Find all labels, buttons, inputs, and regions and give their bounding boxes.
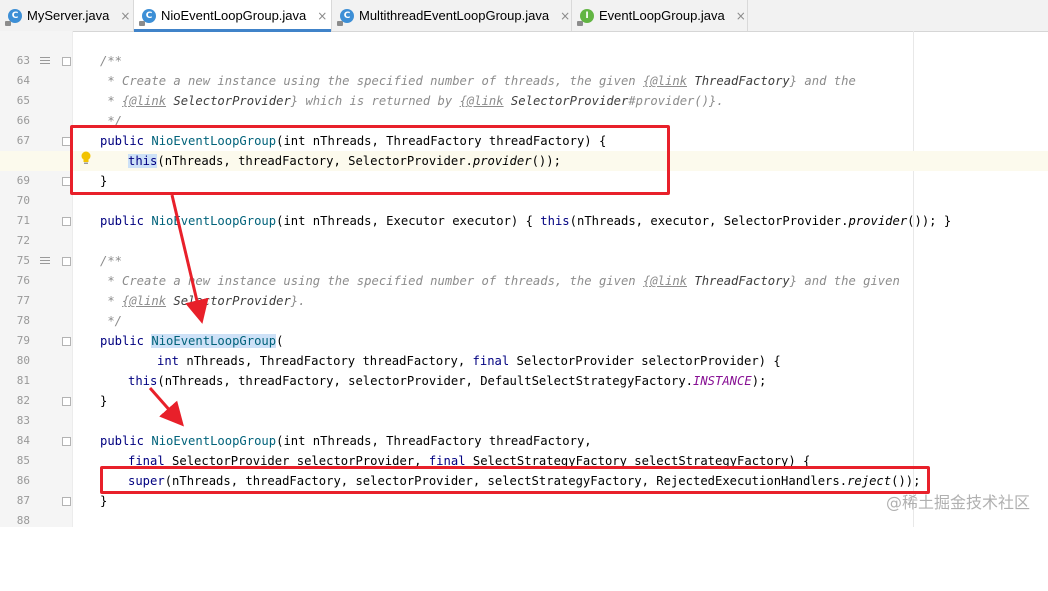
- fold-icon[interactable]: [62, 257, 71, 266]
- code-line: 66 * {@link SelectorProvider} which is r…: [0, 91, 1048, 127]
- class-file-icon: C: [139, 8, 156, 26]
- rendered-doc-icon[interactable]: [40, 57, 50, 66]
- comment-text: * Create a new instance using the specif…: [100, 74, 856, 88]
- comment-text: /**: [100, 54, 123, 68]
- comment-text: * Create a new instance using the specif…: [100, 274, 900, 288]
- code-line: 75: [0, 231, 1048, 267]
- code-line: 76 /**: [0, 251, 1048, 287]
- code-text[interactable]: }: [100, 391, 107, 411]
- tab-label: EventLoopGroup.java: [599, 8, 725, 23]
- code-line: 79 */: [0, 311, 1048, 347]
- tab-label: NioEventLoopGroup.java: [161, 8, 307, 23]
- code-line: 78 * {@link SelectorProvider}.: [0, 291, 1048, 327]
- tab-myserver[interactable]: C MyServer.java ×: [0, 0, 134, 31]
- watermark: @稀土掘金技术社区: [885, 493, 1030, 512]
- close-icon[interactable]: ×: [317, 9, 327, 23]
- code-line: 82 this(nThreads, threadFactory, selecto…: [0, 371, 1048, 407]
- close-icon[interactable]: ×: [736, 9, 746, 23]
- code-text[interactable]: public NioEventLoopGroup(int nThreads, E…: [100, 211, 951, 231]
- code-line: 72 public NioEventLoopGroup(int nThreads…: [0, 211, 1048, 247]
- tab-label: MultithreadEventLoopGroup.java: [359, 8, 550, 23]
- fold-icon[interactable]: [62, 57, 71, 66]
- annotation-box: [100, 466, 930, 494]
- class-file-icon: C: [337, 8, 354, 26]
- close-icon[interactable]: ×: [560, 9, 570, 23]
- line-number: 88: [16, 514, 30, 527]
- code-line: 80 public NioEventLoopGroup(: [0, 331, 1048, 367]
- code-editor[interactable]: 63 64 /** 65 * Create a new instance usi…: [0, 31, 1048, 527]
- code-line: 83 }: [0, 391, 1048, 427]
- tab-multithreadeventloopgroup[interactable]: C MultithreadEventLoopGroup.java ×: [332, 0, 572, 31]
- rendered-doc-icon[interactable]: [40, 257, 50, 266]
- comment-text: */: [100, 314, 123, 328]
- fold-icon[interactable]: [62, 397, 71, 406]
- fold-icon[interactable]: [62, 497, 71, 506]
- code-text[interactable]: this(nThreads, threadFactory, selectorPr…: [128, 371, 766, 391]
- fold-icon[interactable]: [62, 217, 71, 226]
- code-text[interactable]: public NioEventLoopGroup(int nThreads, T…: [100, 431, 592, 451]
- tab-label: MyServer.java: [27, 8, 110, 23]
- code-text[interactable]: }: [100, 491, 107, 511]
- code-line: 64 /**: [0, 51, 1048, 87]
- interface-file-icon: I: [577, 8, 594, 26]
- code-text[interactable]: public NioEventLoopGroup(: [100, 331, 283, 351]
- fold-icon[interactable]: [62, 337, 71, 346]
- comment-text: * {@link SelectorProvider} which is retu…: [100, 94, 724, 108]
- code-line: 63: [0, 31, 1048, 67]
- code-line: 77 * Create a new instance using the spe…: [0, 271, 1048, 307]
- code-line: 65 * Create a new instance using the spe…: [0, 71, 1048, 107]
- code-line: 81 int nThreads, ThreadFactory threadFac…: [0, 351, 1048, 387]
- editor-tab-bar: C MyServer.java × C NioEventLoopGroup.ja…: [0, 0, 1048, 32]
- fold-icon[interactable]: [62, 437, 71, 446]
- tab-nioeventloopgroup[interactable]: C NioEventLoopGroup.java ×: [134, 0, 332, 32]
- close-icon[interactable]: ×: [120, 9, 130, 23]
- code-text[interactable]: int nThreads, ThreadFactory threadFactor…: [157, 351, 781, 371]
- comment-text: * {@link SelectorProvider}.: [100, 294, 306, 308]
- code-line: 84: [0, 411, 1048, 447]
- tab-eventloopgroup[interactable]: I EventLoopGroup.java ×: [572, 0, 748, 31]
- code-line: 85 public NioEventLoopGroup(int nThreads…: [0, 431, 1048, 467]
- class-file-icon: C: [5, 8, 22, 26]
- annotation-box: [70, 125, 670, 195]
- comment-text: /**: [100, 254, 123, 268]
